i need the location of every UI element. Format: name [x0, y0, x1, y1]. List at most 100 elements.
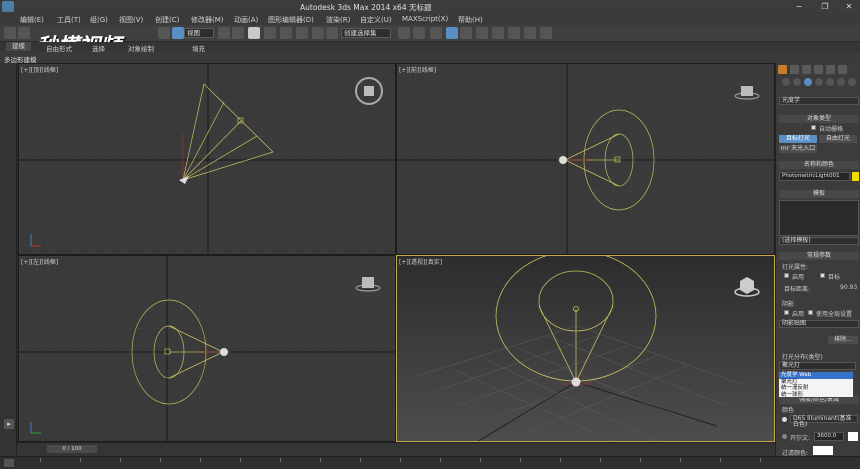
render-production-icon[interactable] [540, 27, 552, 39]
percent-snap-icon[interactable] [312, 27, 324, 39]
title-bar: Autodesk 3ds Max 2014 x64 无标题 − ❐ ✕ [0, 0, 860, 13]
motion-tab-icon[interactable] [814, 65, 823, 74]
menu-modifiers[interactable]: 修改器(M) [191, 15, 224, 25]
light-name-input[interactable]: PhotometricLight001 [779, 172, 850, 181]
kelvin-swatch[interactable] [848, 432, 858, 441]
viewport-perspective-label[interactable]: [+][透视][真实] [399, 257, 442, 266]
viewport-top-label[interactable]: [+][顶][线框] [21, 65, 58, 74]
rotate-icon[interactable] [248, 27, 260, 39]
select-filter-icon[interactable] [218, 27, 230, 39]
viewport-front-label[interactable]: [+][前][线框] [399, 65, 436, 74]
filter-color-swatch[interactable] [813, 446, 833, 455]
named-selection-dropdown[interactable]: 创建选择集 [341, 28, 391, 38]
mirror-icon[interactable] [398, 27, 410, 39]
object-type-header[interactable]: 对象类型 [779, 115, 859, 123]
viewport-left-label[interactable]: [+][左][线框] [21, 257, 58, 266]
color-label: 颜色 [782, 407, 795, 414]
expand-arrow-icon[interactable]: ▸ [4, 419, 14, 429]
target-label: 目标 [828, 274, 841, 281]
sky-portal-button[interactable]: mr 天光入口 [779, 145, 817, 153]
systems-icon[interactable] [848, 78, 856, 86]
shadow-enable-checkbox[interactable] [784, 310, 789, 315]
app-logo-icon[interactable] [2, 1, 14, 12]
template-dropdown[interactable]: (选择模板) [779, 237, 859, 245]
light-color-swatch[interactable] [852, 172, 859, 181]
option-uniform-spherical[interactable]: 统一球形 [779, 392, 853, 399]
light-category-dropdown[interactable]: 光度学 [779, 97, 859, 105]
helpers-icon[interactable] [826, 78, 834, 86]
minimize-button[interactable]: − [790, 1, 808, 12]
layer-manager-icon[interactable] [430, 27, 442, 39]
use-global-checkbox[interactable] [808, 310, 813, 315]
geometry-icon[interactable] [782, 78, 790, 86]
target-checkbox[interactable] [820, 273, 825, 278]
color-radio[interactable] [782, 417, 787, 422]
menu-rendering[interactable]: 渲染(R) [326, 15, 350, 25]
curve-editor-icon[interactable] [460, 27, 472, 39]
ribbon-tab-modeling[interactable]: 建模 [6, 42, 31, 51]
ribbon-toggle-icon[interactable] [446, 27, 458, 39]
angle-snap-icon[interactable] [296, 27, 308, 39]
general-params-header[interactable]: 常规参数 [779, 252, 859, 260]
spotlight-cone-perspective [495, 256, 657, 383]
move-icon[interactable] [232, 27, 244, 39]
menu-customize[interactable]: 自定义(U) [360, 15, 392, 25]
track-bar[interactable] [0, 456, 860, 469]
color-preset-dropdown[interactable]: D65 Illuminant(基准白色) [790, 415, 858, 428]
menu-graph-editors[interactable]: 图形编辑器(D) [268, 15, 314, 25]
lights-icon[interactable] [804, 78, 812, 86]
schematic-view-icon[interactable] [476, 27, 488, 39]
utilities-tab-icon[interactable] [838, 65, 847, 74]
menu-maxscript[interactable]: MAXScript(X) [402, 15, 448, 23]
auto-grid-checkbox[interactable] [811, 125, 816, 130]
material-editor-icon[interactable] [492, 27, 504, 39]
distribution-dropdown[interactable]: 聚光灯 [779, 362, 856, 370]
create-subcategory-icons [778, 78, 858, 87]
menu-edit[interactable]: 编辑(E) [20, 15, 44, 25]
menu-help[interactable]: 帮助(H) [458, 15, 483, 25]
shapes-icon[interactable] [793, 78, 801, 86]
viewport-top[interactable]: [+][顶][线框] [18, 63, 396, 255]
hierarchy-tab-icon[interactable] [802, 65, 811, 74]
modify-tab-icon[interactable] [790, 65, 799, 74]
display-tab-icon[interactable] [826, 65, 835, 74]
viewport-front[interactable]: [+][前][线框] [396, 63, 775, 255]
spinner-snap-icon[interactable] [326, 27, 338, 39]
snap-toggle-icon[interactable] [280, 27, 292, 39]
perspective-grid [416, 316, 748, 441]
key-filter-icon[interactable] [4, 459, 14, 467]
reference-coordinate-dropdown[interactable]: 视图 [184, 28, 214, 38]
space-warps-icon[interactable] [837, 78, 845, 86]
template-header[interactable]: 模板 [779, 190, 859, 198]
viewport-left[interactable]: [+][左][线框] [18, 255, 396, 442]
template-preview-box [779, 200, 859, 236]
menu-create[interactable]: 创建(C) [155, 15, 179, 25]
maximize-button[interactable]: ❐ [816, 1, 834, 12]
distribution-dropdown-list: 光度学 Web 聚光灯 统一漫反射 统一球形 [778, 371, 854, 398]
align-icon[interactable] [413, 27, 425, 39]
kelvin-label: 开尔文: [790, 435, 811, 442]
select-object-icon[interactable] [172, 27, 184, 39]
scale-icon[interactable] [264, 27, 276, 39]
exclude-button[interactable]: 排除... [828, 336, 858, 344]
light-enable-checkbox[interactable] [784, 273, 789, 278]
rendered-frame-icon[interactable] [524, 27, 536, 39]
close-button[interactable]: ✕ [840, 1, 858, 12]
kelvin-input[interactable]: 3600.0 [814, 432, 844, 441]
viewport-perspective[interactable]: [+][透视][真实] [396, 255, 775, 442]
menu-group[interactable]: 组(G) [90, 15, 108, 25]
free-light-button[interactable]: 自由灯光 [819, 135, 857, 143]
target-distance-value: 90.93 [840, 284, 858, 291]
time-slider[interactable]: 0 / 100 [47, 445, 97, 453]
shadow-type-dropdown[interactable]: 阴影贴图 [779, 320, 859, 328]
name-color-header[interactable]: 名称和颜色 [779, 161, 859, 169]
kelvin-radio[interactable] [782, 434, 787, 439]
menu-animation[interactable]: 动画(A) [234, 15, 258, 25]
target-light-button[interactable]: 目标灯光 [779, 135, 817, 143]
create-tab-icon[interactable] [778, 65, 787, 74]
menu-views[interactable]: 视图(V) [119, 15, 143, 25]
link-icon[interactable] [4, 27, 16, 39]
cameras-icon[interactable] [815, 78, 823, 86]
render-setup-icon[interactable] [508, 27, 520, 39]
menu-tools[interactable]: 工具(T) [57, 15, 81, 25]
